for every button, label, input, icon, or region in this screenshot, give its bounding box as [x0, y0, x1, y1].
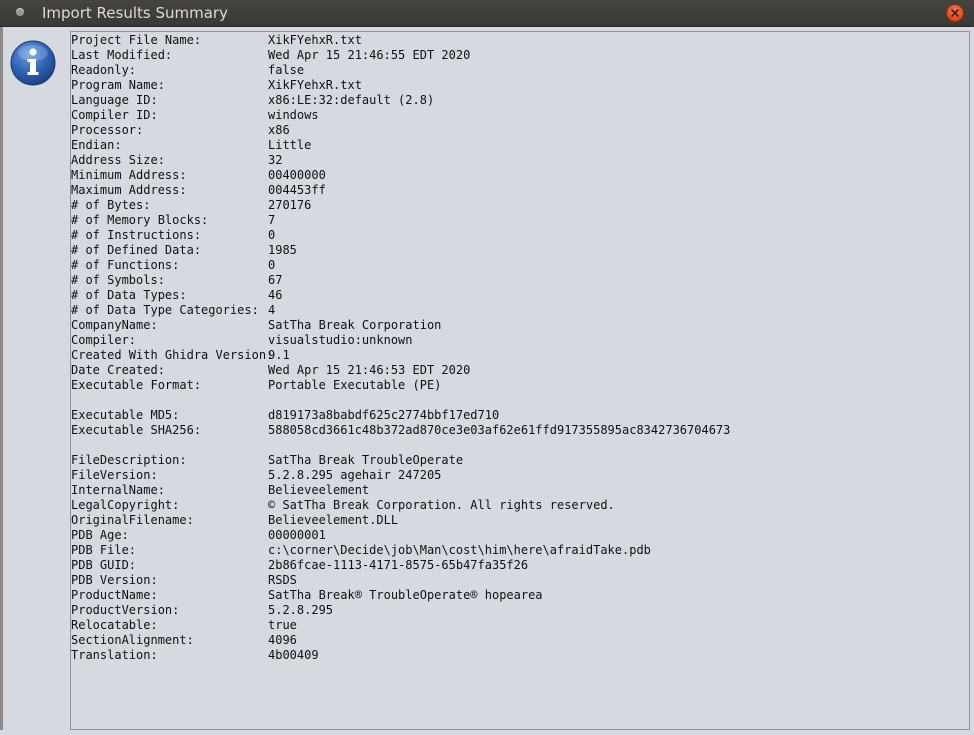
summary-value: false [268, 63, 305, 77]
summary-value: SatTha Break TroubleOperate [268, 453, 464, 467]
summary-value: Wed Apr 15 21:46:55 EDT 2020 [268, 48, 471, 62]
summary-value: d819173a8babdf625c2774bbf17ed710 [268, 408, 500, 422]
summary-value: XikFYehxR.txt [268, 78, 362, 92]
summary-value: 67 [268, 273, 283, 287]
summary-key: Address Size: [71, 153, 165, 167]
summary-key: # of Instructions: [71, 228, 202, 242]
summary-key: Readonly: [71, 63, 137, 77]
summary-value: RSDS [268, 573, 297, 587]
window-left-border [0, 27, 3, 735]
summary-key: Relocatable: [71, 618, 158, 632]
summary-key: Endian: [71, 138, 122, 152]
summary-value: 46 [268, 288, 283, 302]
summary-key: InternalName: [71, 483, 165, 497]
summary-value: windows [268, 108, 319, 122]
summary-value: x86 [268, 123, 290, 137]
summary-value: 588058cd3661c48b372ad870ce3e03af62e61ffd… [268, 423, 731, 437]
summary-value: x86:LE:32:default (2.8) [268, 93, 435, 107]
summary-key: ProductVersion: [71, 603, 180, 617]
summary-value: 9.1 [268, 348, 290, 362]
summary-value: 5.2.8.295 agehair 247205 [268, 468, 442, 482]
summary-value: © SatTha Break Corporation. All rights r… [268, 498, 615, 512]
summary-key: LegalCopyright: [71, 498, 180, 512]
summary-value: 1985 [268, 243, 297, 257]
summary-value: XikFYehxR.txt [268, 33, 362, 47]
summary-key: Processor: [71, 123, 144, 137]
summary-key: Executable MD5: [71, 408, 180, 422]
import-results-dialog: Import Results Summary Project File Name… [0, 0, 974, 735]
summary-key: Program Name: [71, 78, 165, 92]
close-button[interactable] [946, 4, 964, 22]
window-menu-icon[interactable] [16, 8, 24, 16]
summary-key: Maximum Address: [71, 183, 187, 197]
summary-value: visualstudio:unknown [268, 333, 413, 347]
summary-key: PDB File: [71, 543, 137, 557]
summary-value: 7 [268, 213, 276, 227]
summary-key: PDB Version: [71, 573, 158, 587]
summary-value: Little [268, 138, 312, 152]
summary-value: Wed Apr 15 21:46:53 EDT 2020 [268, 363, 471, 377]
summary-value: 00400000 [268, 168, 326, 182]
info-icon [10, 40, 56, 86]
summary-key: SectionAlignment: [71, 633, 194, 647]
summary-key: # of Defined Data: [71, 243, 202, 257]
summary-key: Last Modified: [71, 48, 173, 62]
summary-value: 32 [268, 153, 283, 167]
summary-key: PDB Age: [71, 528, 129, 542]
summary-key: Translation: [71, 648, 158, 662]
summary-value: 4096 [268, 633, 297, 647]
summary-key: CompanyName: [71, 318, 158, 332]
summary-text-area[interactable]: Project File Name: XikFYehxR.txt Last Modi… [70, 31, 970, 730]
summary-value: Portable Executable (PE) [268, 378, 442, 392]
dialog-bottom-edge [0, 730, 974, 735]
summary-key: PDB GUID: [71, 558, 137, 572]
summary-key: Executable SHA256: [71, 423, 202, 437]
summary-key: Created With Ghidra Version: [71, 348, 274, 362]
summary-key: # of Memory Blocks: [71, 213, 209, 227]
summary-value: 5.2.8.295 [268, 603, 334, 617]
summary-value: 00000001 [268, 528, 326, 542]
summary-value: true [268, 618, 297, 632]
summary-key: OriginalFilename: [71, 513, 194, 527]
summary-value: c:\corner\Decide\job\Man\cost\him\here\a… [268, 543, 651, 557]
summary-key: FileDescription: [71, 453, 187, 467]
summary-value: SatTha Break Corporation [268, 318, 442, 332]
summary-value: 4 [268, 303, 276, 317]
summary-key: Date Created: [71, 363, 165, 377]
title-bar[interactable]: Import Results Summary [0, 0, 974, 27]
summary-value: 4b00409 [268, 648, 319, 662]
summary-key: # of Symbols: [71, 273, 165, 287]
summary-key: Minimum Address: [71, 168, 187, 182]
summary-key: # of Bytes: [71, 198, 151, 212]
summary-key: # of Data Types: [71, 288, 187, 302]
summary-value: 2b86fcae-1113-4171-8575-65b47fa35f26 [268, 558, 529, 572]
summary-value: Believeelement [268, 483, 370, 497]
summary-value: 270176 [268, 198, 312, 212]
close-icon [951, 9, 959, 17]
summary-value: 004453ff [268, 183, 326, 197]
summary-key: Executable Format: [71, 378, 202, 392]
window-title: Import Results Summary [42, 4, 228, 22]
summary-value: SatTha Break® TroubleOperate® hopearea [268, 588, 543, 602]
summary-value: 0 [268, 228, 276, 242]
summary-value: Believeelement.DLL [268, 513, 399, 527]
summary-key: Language ID: [71, 93, 158, 107]
summary-key: # of Functions: [71, 258, 180, 272]
summary-key: ProductName: [71, 588, 158, 602]
summary-key: Project File Name: [71, 33, 202, 47]
summary-key: # of Data Type Categories: [71, 303, 259, 317]
summary-key: Compiler ID: [71, 108, 158, 122]
summary-key: Compiler: [71, 333, 137, 347]
summary-key: FileVersion: [71, 468, 158, 482]
summary-value: 0 [268, 258, 276, 272]
